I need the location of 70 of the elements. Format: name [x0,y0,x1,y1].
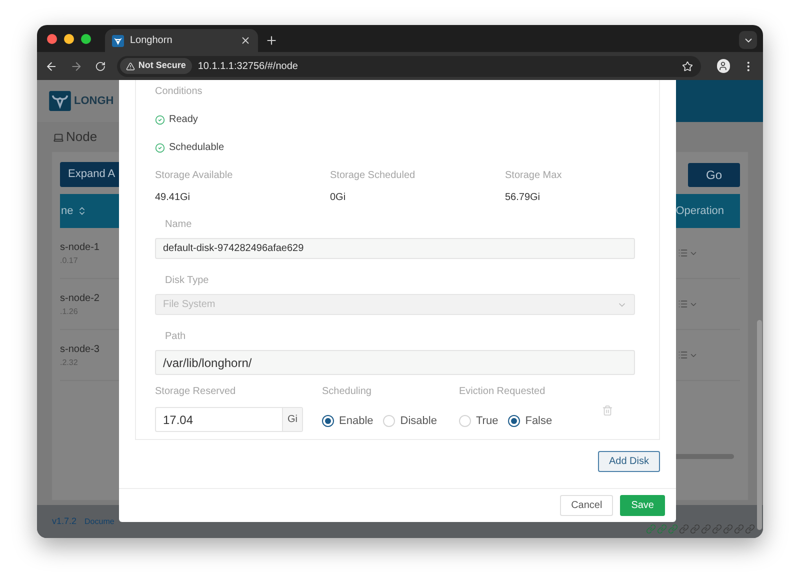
bookmark-star-icon[interactable] [682,60,693,72]
unit-addon: Gi [282,408,302,431]
go-button[interactable]: Go [688,162,740,186]
radio-label: Disable [400,414,437,429]
link-icon [657,524,667,534]
minimize-window-button[interactable] [64,34,74,44]
link-icon [679,524,689,534]
link-icon [690,524,700,534]
url-text: 10.1.1.1:32756/#/node [198,60,299,74]
link-icon [723,524,733,534]
reload-icon[interactable] [94,60,106,72]
bull-logo-icon [49,91,71,111]
bull-logo-icon [112,34,124,46]
radio-label: True [476,414,498,429]
link-icon [701,524,711,534]
name-field[interactable]: default-disk-974282496afae629 [155,238,635,259]
eviction-label: Eviction Requested [459,385,546,399]
list-icon [678,248,688,258]
storage-value: 0Gi [330,191,347,205]
forward-icon[interactable] [70,60,83,72]
radio-button[interactable] [508,415,520,428]
page-title: Node [66,128,98,146]
link-icon [712,524,722,534]
maximize-window-button[interactable] [81,34,91,44]
storage-value: 49.41Gi [155,191,192,205]
list-icon [678,299,688,309]
profile-icon[interactable] [716,59,730,73]
laptop-icon [53,132,64,142]
tab-list-button[interactable] [739,31,757,49]
address-bar[interactable]: Not Secure 10.1.1.1:32756/#/node [117,56,701,76]
condition-label: Ready [169,113,198,127]
name-label: Name [165,218,193,232]
path-label: Path [165,330,187,344]
node-name[interactable]: s-node-1 [60,240,100,254]
cancel-button[interactable]: Cancel [560,495,614,516]
list-icon [678,350,688,360]
close-window-button[interactable] [47,34,57,44]
conditions-label: Conditions [155,85,204,99]
back-icon[interactable] [45,60,58,72]
sort-icon[interactable] [77,206,88,216]
disk-type-label: Disk Type [165,274,210,288]
close-tab-icon[interactable] [240,35,251,46]
node-name[interactable]: s-node-3 [60,342,100,356]
column-header: Operation [676,204,724,219]
radio-label: False [525,414,552,429]
storage-label: Storage Max [505,169,563,183]
security-chip[interactable]: Not Secure [120,58,192,74]
link-icon [668,524,678,534]
radio-button[interactable] [322,415,334,428]
storage-label: Storage Scheduled [330,169,416,183]
storage-reserved-label: Storage Reserved [155,385,237,399]
link-icon [745,524,755,534]
storage-value: 56.79Gi [505,191,542,205]
link-icon [734,524,744,534]
link-icon [646,524,656,534]
logo-text: LONGH [74,94,114,109]
new-tab-icon[interactable] [265,34,278,47]
warning-icon [126,62,136,70]
column-header[interactable]: ne [61,202,74,220]
tab-title: Longhorn [130,34,174,48]
scheduling-label: Scheduling [322,385,372,399]
page-scrollbar[interactable] [757,320,762,530]
node-name[interactable]: s-node-2 [60,290,100,306]
add-disk-button[interactable]: Add Disk [598,451,660,472]
path-field[interactable]: /var/lib/longhorn/ [155,350,635,375]
storage-reserved-field[interactable]: 17.04 Gi [155,407,303,432]
radio-label: Enable [339,414,374,429]
horizontal-scrollbar[interactable] [674,454,734,459]
browser-tab[interactable]: Longhorn [105,29,258,52]
condition-label: Schedulable [169,141,224,155]
